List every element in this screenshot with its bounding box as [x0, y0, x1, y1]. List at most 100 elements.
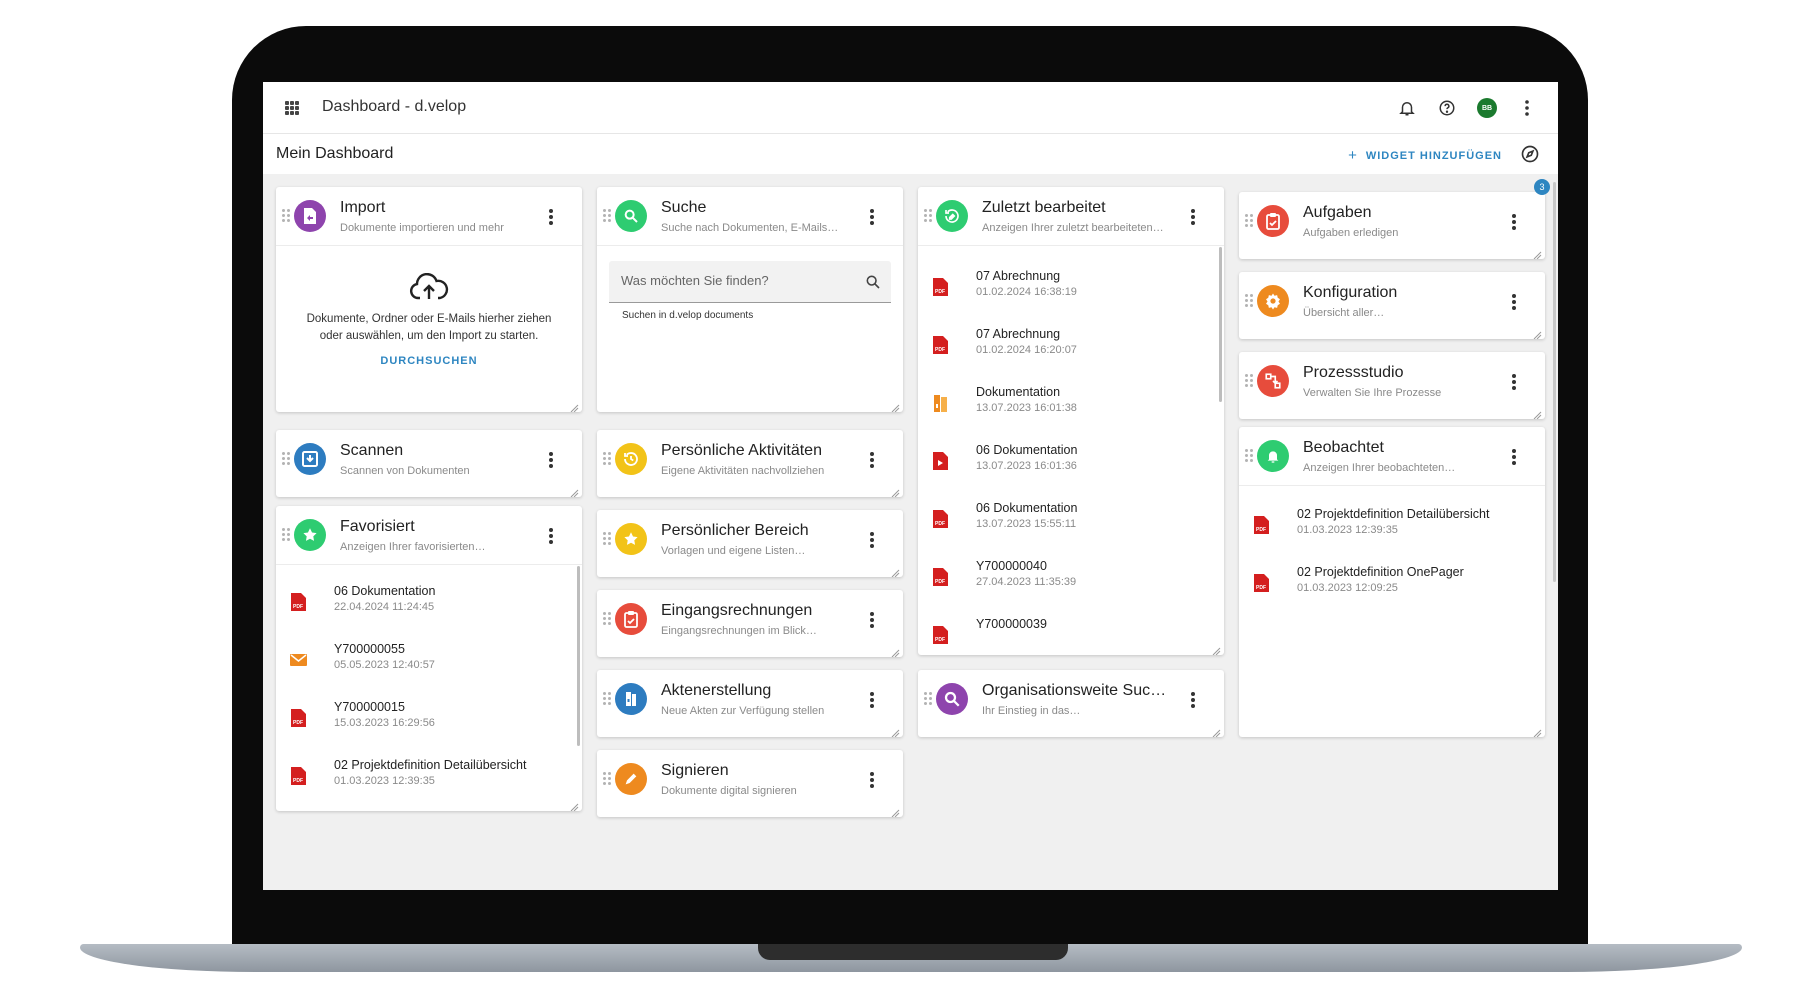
- resize-handle-icon[interactable]: [1533, 327, 1542, 339]
- drag-handle-icon[interactable]: [603, 532, 611, 546]
- page-scrollbar[interactable]: [1553, 182, 1556, 582]
- more-vert-icon[interactable]: [870, 452, 874, 468]
- widget-aufgaben[interactable]: Aufgaben Aufgaben erledigen: [1239, 192, 1545, 259]
- search-input[interactable]: [621, 273, 851, 288]
- widget-organisationsweite-suche[interactable]: Organisationsweite Suc… Ihr Einstieg in …: [918, 670, 1224, 737]
- list-item[interactable]: PDF 06 Dokumentation 22.04.2024 11:24:45: [276, 574, 574, 632]
- resize-handle-icon[interactable]: [570, 400, 579, 412]
- drag-handle-icon[interactable]: [603, 209, 611, 223]
- drag-handle-icon[interactable]: [603, 692, 611, 706]
- more-vert-icon[interactable]: [870, 692, 874, 708]
- resize-handle-icon[interactable]: [891, 805, 900, 817]
- drag-handle-icon[interactable]: [1245, 449, 1253, 463]
- widget-persoenlicher-bereich[interactable]: Persönlicher Bereich Vorlagen und eigene…: [597, 510, 903, 577]
- widget-prozessstudio[interactable]: Prozessstudio Verwalten Sie Ihre Prozess…: [1239, 352, 1545, 419]
- widget-subtitle: Aufgaben erledigen: [1303, 227, 1399, 239]
- resize-handle-icon[interactable]: [891, 725, 900, 737]
- widget-subtitle: Vorlagen und eigene Listen…: [661, 545, 806, 557]
- drag-handle-icon[interactable]: [603, 452, 611, 466]
- drag-handle-icon[interactable]: [282, 528, 290, 542]
- bell-icon: [1257, 440, 1289, 472]
- list-item[interactable]: Y700000055 05.05.2023 12:40:57: [276, 632, 574, 690]
- widget-eingangsrechnungen[interactable]: Eingangsrechnungen Eingangsrechnungen im…: [597, 590, 903, 657]
- drag-handle-icon[interactable]: [282, 452, 290, 466]
- more-vert-icon[interactable]: [870, 532, 874, 548]
- list-item[interactable]: 06 Dokumentation 13.07.2023 16:01:36: [918, 433, 1216, 491]
- drag-handle-icon[interactable]: [1245, 294, 1253, 308]
- list-item[interactable]: PDF Y700000015 15.03.2023 16:29:56: [276, 690, 574, 748]
- list-item[interactable]: PDF Y700000040 27.04.2023 11:35:39: [918, 549, 1216, 607]
- widget-title: Zuletzt bearbeitet: [982, 199, 1106, 216]
- drag-handle-icon[interactable]: [282, 209, 290, 223]
- widget-persoenliche-aktivitaeten[interactable]: Persönliche Aktivitäten Eigene Aktivität…: [597, 430, 903, 497]
- more-vert-icon[interactable]: [1512, 294, 1516, 310]
- add-widget-button[interactable]: + WIDGET HINZUFÜGEN: [1348, 147, 1502, 164]
- resize-handle-icon[interactable]: [891, 400, 900, 412]
- binder-icon: [932, 393, 949, 413]
- pdf-icon: PDF: [932, 335, 949, 355]
- drag-handle-icon[interactable]: [603, 612, 611, 626]
- help-icon[interactable]: [1434, 95, 1460, 121]
- drag-handle-icon[interactable]: [924, 692, 932, 706]
- search-scope-hint: Suchen in d.velop documents: [622, 310, 754, 321]
- search-icon[interactable]: [865, 274, 881, 290]
- more-vert-icon[interactable]: [1512, 449, 1516, 465]
- widget-konfiguration[interactable]: Konfiguration Übersicht aller…: [1239, 272, 1545, 339]
- scrollbar[interactable]: [1219, 247, 1222, 402]
- list-item[interactable]: PDF 07 Abrechnung 01.02.2024 16:20:07: [918, 317, 1216, 375]
- resize-handle-icon[interactable]: [1533, 247, 1542, 259]
- more-vert-icon[interactable]: [870, 209, 874, 225]
- drag-handle-icon[interactable]: [603, 772, 611, 786]
- item-date: 13.07.2023 16:01:38: [976, 402, 1077, 414]
- resize-handle-icon[interactable]: [891, 485, 900, 497]
- apps-grid-icon[interactable]: [285, 101, 299, 115]
- widget-zuletzt-bearbeitet[interactable]: Zuletzt bearbeitet Anzeigen Ihrer zuletz…: [918, 187, 1224, 655]
- drag-handle-icon[interactable]: [1245, 374, 1253, 388]
- resize-handle-icon[interactable]: [1212, 725, 1221, 737]
- more-vert-icon[interactable]: [549, 209, 553, 225]
- widget-title: Organisationsweite Suc…: [982, 682, 1167, 699]
- resize-handle-icon[interactable]: [570, 485, 579, 497]
- list-item[interactable]: Dokumentation 13.07.2023 16:01:38: [918, 375, 1216, 433]
- more-vert-icon[interactable]: [549, 452, 553, 468]
- list-item[interactable]: PDF 07 Abrechnung 01.02.2024 16:38:19: [918, 259, 1216, 317]
- widget-scannen[interactable]: Scannen Scannen von Dokumenten: [276, 430, 582, 497]
- list-item[interactable]: PDF 02 Projektdefinition OnePager 01.03.…: [1239, 555, 1537, 613]
- more-vert-icon[interactable]: [1514, 95, 1540, 121]
- svg-text:PDF: PDF: [935, 579, 945, 585]
- resize-handle-icon[interactable]: [891, 645, 900, 657]
- more-vert-icon[interactable]: [1512, 374, 1516, 390]
- more-vert-icon[interactable]: [1191, 692, 1195, 708]
- svg-text:PDF: PDF: [935, 289, 945, 295]
- widget-title: Eingangsrechnungen: [661, 602, 813, 619]
- search-field[interactable]: [609, 261, 891, 303]
- resize-handle-icon[interactable]: [1212, 643, 1221, 655]
- widget-beobachtet[interactable]: Beobachtet Anzeigen Ihrer beobachteten… …: [1239, 427, 1545, 737]
- widget-aktenerstellung[interactable]: Aktenerstellung Neue Akten zur Verfügung…: [597, 670, 903, 737]
- resize-handle-icon[interactable]: [891, 565, 900, 577]
- more-vert-icon[interactable]: [870, 612, 874, 628]
- more-vert-icon[interactable]: [1191, 209, 1195, 225]
- more-vert-icon[interactable]: [1512, 214, 1516, 230]
- browse-button[interactable]: DURCHSUCHEN: [276, 355, 582, 367]
- list-item[interactable]: PDF 02 Projektdefinition Detailübersicht…: [1239, 497, 1537, 555]
- more-vert-icon[interactable]: [870, 772, 874, 788]
- drag-handle-icon[interactable]: [1245, 214, 1253, 228]
- list-item[interactable]: PDF 06 Dokumentation 13.07.2023 15:55:11: [918, 491, 1216, 549]
- compass-icon[interactable]: [1520, 144, 1540, 164]
- scrollbar[interactable]: [577, 566, 580, 746]
- widget-import[interactable]: Import Dokumente importieren und mehr Do…: [276, 187, 582, 412]
- more-vert-icon[interactable]: [549, 528, 553, 544]
- widget-suche[interactable]: Suche Suche nach Dokumenten, E-Mails… Su…: [597, 187, 903, 412]
- list-item[interactable]: PDF 02 Projektdefinition Detailübersicht…: [276, 748, 574, 806]
- resize-handle-icon[interactable]: [570, 799, 579, 811]
- widget-favorisiert[interactable]: Favorisiert Anzeigen Ihrer favorisierten…: [276, 506, 582, 811]
- user-avatar-button[interactable]: BB: [1474, 95, 1500, 121]
- resize-handle-icon[interactable]: [1533, 725, 1542, 737]
- import-instructions: Dokumente, Ordner oder E-Mails hierher z…: [296, 311, 562, 345]
- drag-handle-icon[interactable]: [924, 209, 932, 223]
- bell-icon[interactable]: [1394, 95, 1420, 121]
- widget-signieren[interactable]: Signieren Dokumente digital signieren: [597, 750, 903, 817]
- list-item[interactable]: PDF Y700000039: [918, 607, 1216, 647]
- resize-handle-icon[interactable]: [1533, 407, 1542, 419]
